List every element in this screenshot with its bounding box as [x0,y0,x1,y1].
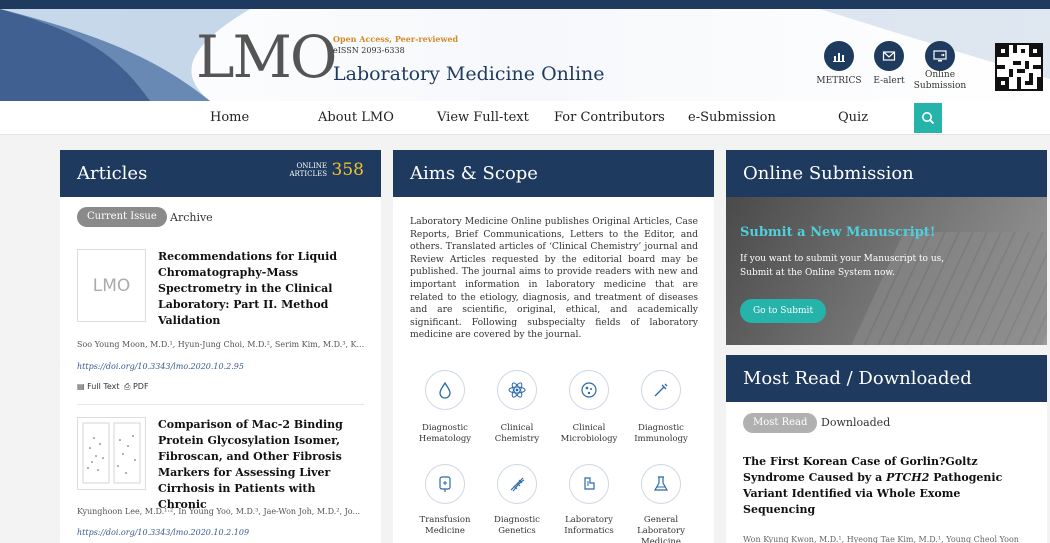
field-label[interactable]: Laboratory Informatics [551,515,627,537]
nav-about[interactable]: About LMO [318,110,394,125]
article-title[interactable]: Comparison of Mac-2 Binding Protein Glyc… [158,417,348,513]
field-label[interactable]: General Laboratory Medicine [623,515,699,543]
tab-downloaded[interactable]: Downloaded [821,416,890,429]
online-submission-icon[interactable] [925,41,955,71]
most-read-header: Most Read / Downloaded [726,355,1047,402]
field-label[interactable]: Diagnostic Hematology [407,423,483,445]
scatter-plot-image [82,422,141,484]
articles-header: Articles ONLINE ARTICLES 358 [60,150,381,197]
gene-name: PTCH2 [886,471,930,484]
informatics-icon[interactable] [569,464,609,504]
most-read-title: Most Read / Downloaded [743,368,972,389]
online-articles-count: 358 [331,160,364,180]
online-submission-panel: Online Submission Submit a New Manuscrip… [726,150,1047,345]
nav-view-full-text[interactable]: View Full-text [437,110,529,125]
tab-archive[interactable]: Archive [170,211,213,224]
article-authors: Soo Young Moon, M.D.¹, Hyun-Jung Choi, M… [77,340,365,349]
main-nav: Home About LMO View Full-text For Contri… [0,101,1050,135]
aims-header: Aims & Scope [393,150,714,197]
aims-description: Laboratory Medicine Online publishes Ori… [410,216,698,341]
search-icon [922,112,935,125]
nav-for-contributors[interactable]: For Contributors [554,110,665,125]
article-title[interactable]: Recommendations for Liquid Chromatograph… [158,249,348,329]
article-thumbnail[interactable]: LMO [77,249,146,322]
pdf-label: PDF [132,382,149,391]
banner-text: If you want to submit your Manuscript to… [740,254,945,278]
nav-quiz[interactable]: Quiz [838,110,868,125]
field-label[interactable]: Diagnostic Immunology [623,423,699,445]
open-access-label: Open Access, Peer-reviewed [333,34,459,44]
atom-icon[interactable] [497,370,537,410]
field-label[interactable]: Clinical Microbiology [551,423,627,445]
qr-code [995,43,1043,91]
articles-title: Articles [77,163,148,184]
field-label[interactable]: Transfusion Medicine [407,515,483,537]
search-button[interactable] [914,103,942,133]
submission-header: Online Submission [726,150,1047,197]
dna-icon[interactable] [497,464,537,504]
drop-icon[interactable] [425,370,465,410]
document-icon: ▤ [77,382,85,391]
e-alert-icon[interactable] [874,41,904,71]
online-articles-label: ONLINE ARTICLES [289,162,327,178]
article-doi-link[interactable]: https://doi.org/10.3343/lmo.2020.10.2.95 [77,362,244,371]
full-text-label: Full Text [87,382,120,391]
most-read-authors: Won Kyung Kwon, M.D.¹, Hyeong Tae Kim, M… [743,535,1019,543]
online-label-line-1: ONLINE [296,162,327,170]
submission-banner: Submit a New Manuscript! If you want to … [726,197,1047,345]
articles-panel: Articles ONLINE ARTICLES 358 Current Iss… [60,150,381,543]
most-read-panel: Most Read / Downloaded Most Read Downloa… [726,355,1047,543]
field-label[interactable]: Diagnostic Genetics [479,515,555,537]
pdf-link[interactable]: ⎙ PDF [124,382,149,392]
nav-home[interactable]: Home [210,110,249,125]
tab-most-read[interactable]: Most Read [743,413,818,433]
metrics-icon[interactable] [824,41,854,71]
most-read-article-title[interactable]: The First Korean Case of Gorlin?Goltz Sy… [743,454,1033,518]
tab-current-issue[interactable]: Current Issue [77,207,167,227]
article-doi-link[interactable]: https://doi.org/10.3343/lmo.2020.10.2.10… [77,528,249,537]
microbe-icon[interactable] [569,370,609,410]
pdf-icon: ⎙ [124,382,131,391]
banner-title: Submit a New Manuscript! [740,225,936,240]
divider [77,404,364,405]
aims-title: Aims & Scope [410,163,538,184]
metrics-label[interactable]: METRICS [816,76,862,87]
go-to-submit-button[interactable]: Go to Submit [740,299,826,323]
flask-icon[interactable] [641,464,681,504]
article-authors: Kyunghoon Lee, M.D.¹·², In Young Yoo, M.… [77,507,361,516]
journal-title[interactable]: Laboratory Medicine Online [333,63,605,85]
lmo-logo[interactable]: LMO [196,28,337,86]
laptop-keyboard-image [848,232,1047,345]
top-accent-bar [0,0,1050,9]
online-label-line-2: ARTICLES [289,170,327,178]
e-alert-label[interactable]: E-alert [866,76,912,87]
field-label[interactable]: Clinical Chemistry [479,423,555,445]
aims-scope-panel: Aims & Scope Laboratory Medicine Online … [393,150,714,543]
syringe-icon[interactable] [641,370,681,410]
online-submission-label[interactable]: Online Submission [912,70,968,92]
article-thumbnail-figure[interactable] [77,417,146,490]
site-header: LMO Open Access, Peer-reviewed eISSN 209… [0,9,1050,101]
blood-bag-icon[interactable] [425,464,465,504]
submission-title: Online Submission [743,163,914,184]
full-text-link[interactable]: ▤ Full Text [77,382,120,391]
eissn-label: eISSN 2093-6338 [333,46,405,55]
nav-e-submission[interactable]: e-Submission [688,110,776,125]
